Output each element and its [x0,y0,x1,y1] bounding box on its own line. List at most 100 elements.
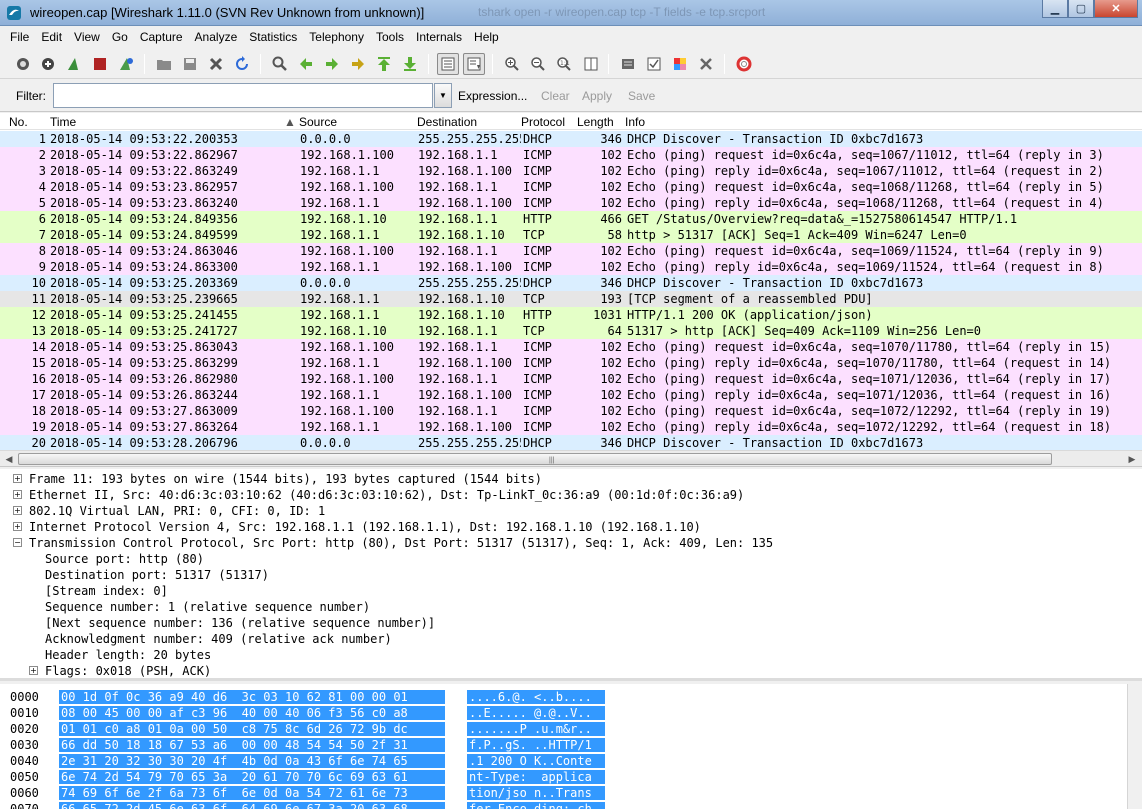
column-header-length[interactable]: Length [577,115,614,129]
packet-row[interactable]: 9 2018-05-14 09:53:24.863300 192.168.1.1 19… [0,259,1142,275]
hex-dump-row[interactable]: 0000 00 1d 0f 0c 36 a9 40 d6 3c 03 10 62 … [0,689,1142,705]
packet-row[interactable]: 8 2018-05-14 09:53:24.863046 192.168.1.100… [0,243,1142,259]
packet-row[interactable]: 1 2018-05-14 09:53:22.200353 0.0.0.0 255.25… [0,131,1142,147]
filter-history-dropdown[interactable]: ▼ [434,83,452,108]
start-capture-button[interactable] [63,53,85,75]
hex-dump-row[interactable]: 0020 01 01 c0 a8 01 0a 00 50 c8 75 8c 6d … [0,721,1142,737]
column-header-source[interactable]: Source [299,115,337,129]
minimize-button[interactable]: ▁ [1042,0,1068,18]
packet-row[interactable]: 20 2018-05-14 09:53:28.206796 0.0.0.0 255.2… [0,435,1142,450]
restart-capture-button[interactable] [115,53,137,75]
menu-capture[interactable]: Capture [140,30,183,44]
packet-row[interactable]: 12 2018-05-14 09:53:25.241455 192.168.1.1 1… [0,307,1142,323]
maximize-button[interactable]: ▢ [1068,0,1094,18]
colorize-list-button[interactable] [437,53,459,75]
interfaces-button[interactable] [12,53,34,75]
hex-dump-row[interactable]: 0010 08 00 45 00 00 af c3 96 40 00 40 06 … [0,705,1142,721]
expand-icon[interactable]: + [13,506,22,515]
column-header-protocol[interactable]: Protocol [521,115,565,129]
menu-internals[interactable]: Internals [416,30,462,44]
expression-button[interactable]: Expression... [458,89,527,103]
detail-tree-item[interactable]: Acknowledgment number: 409 (relative ack… [0,631,1142,647]
bytes-vscrollbar[interactable] [1127,684,1142,809]
packet-details-pane[interactable]: + Frame 11: 193 bytes on wire (1544 bits)… [0,469,1142,681]
packet-row[interactable]: 5 2018-05-14 09:53:23.863240 192.168.1.1 19… [0,195,1142,211]
packet-row[interactable]: 14 2018-05-14 09:53:25.863043 192.168.1.10… [0,339,1142,355]
hex-dump-row[interactable]: 0060 74 69 6f 6e 2f 6a 73 6f 6e 0d 0a 54 … [0,785,1142,801]
menu-help[interactable]: Help [474,30,499,44]
column-header-time[interactable]: Time [50,115,76,129]
detail-tree-item[interactable]: + Frame 11: 193 bytes on wire (1544 bits)… [0,471,1142,487]
hex-dump-row[interactable]: 0030 66 dd 50 18 18 67 53 a6 00 00 48 54 … [0,737,1142,753]
packet-row[interactable]: 6 2018-05-14 09:53:24.849356 192.168.1.10 1… [0,211,1142,227]
menu-analyze[interactable]: Analyze [195,30,238,44]
zoom-out-button[interactable] [527,53,549,75]
save-filter-button[interactable]: Save [628,89,655,103]
packet-row[interactable]: 3 2018-05-14 09:53:22.863249 192.168.1.1 19… [0,163,1142,179]
packet-row[interactable]: 4 2018-05-14 09:53:23.862957 192.168.1.100… [0,179,1142,195]
scroll-thumb[interactable]: ||| [18,453,1052,465]
close-file-button[interactable] [205,53,227,75]
help-button[interactable] [733,53,755,75]
display-filters-button[interactable] [643,53,665,75]
packet-row[interactable]: 2 2018-05-14 09:53:22.862967 192.168.1.100… [0,147,1142,163]
find-packet-button[interactable] [269,53,291,75]
hex-dump-row[interactable]: 0070 66 65 72 2d 45 6e 63 6f 64 69 6e 67 … [0,801,1142,809]
packet-row[interactable]: 18 2018-05-14 09:53:27.863009 192.168.1.10… [0,403,1142,419]
detail-tree-item[interactable]: Source port: http (80) [0,551,1142,567]
packet-list-hscrollbar[interactable]: ◀ ||| ▶ [0,450,1142,467]
go-back-button[interactable] [295,53,317,75]
packet-row[interactable]: 11 2018-05-14 09:53:25.239665 192.168.1.1 1… [0,291,1142,307]
menu-file[interactable]: File [10,30,29,44]
column-header-no[interactable]: No. [9,115,28,129]
detail-tree-item[interactable]: + Flags: 0x018 (PSH, ACK) [0,663,1142,678]
packet-row[interactable]: 17 2018-05-14 09:53:26.863244 192.168.1.1 1… [0,387,1142,403]
packet-row[interactable]: 15 2018-05-14 09:53:25.863299 192.168.1.1 1… [0,355,1142,371]
normal-size-button[interactable]: 1:1 [553,53,575,75]
coloring-rules-button[interactable] [669,53,691,75]
detail-tree-item[interactable]: Header length: 20 bytes [0,647,1142,663]
menu-view[interactable]: View [74,30,100,44]
go-to-packet-button[interactable] [347,53,369,75]
packet-row[interactable]: 16 2018-05-14 09:53:26.862980 192.168.1.10… [0,371,1142,387]
column-header-destination[interactable]: Destination [417,115,477,129]
column-header-info[interactable]: Info [625,115,645,129]
expand-icon[interactable]: + [13,490,22,499]
first-packet-button[interactable] [373,53,395,75]
go-forward-button[interactable] [321,53,343,75]
packet-list-pane[interactable]: No. Time ▲ Source Destination Protocol L… [0,113,1142,450]
last-packet-button[interactable] [399,53,421,75]
detail-tree-item[interactable]: Sequence number: 1 (relative sequence nu… [0,599,1142,615]
menu-edit[interactable]: Edit [41,30,62,44]
scroll-right-arrow[interactable]: ▶ [1124,452,1140,466]
detail-tree-item[interactable]: Destination port: 51317 (51317) [0,567,1142,583]
save-file-button[interactable] [179,53,201,75]
detail-tree-item[interactable]: [Next sequence number: 136 (relative seq… [0,615,1142,631]
auto-scroll-button[interactable] [463,53,485,75]
apply-filter-button[interactable]: Apply [582,89,612,103]
menu-tools[interactable]: Tools [376,30,404,44]
resize-columns-button[interactable] [580,53,602,75]
stop-capture-button[interactable] [89,53,111,75]
expand-icon[interactable]: + [13,474,22,483]
packet-row[interactable]: 10 2018-05-14 09:53:25.203369 0.0.0.0 255.2… [0,275,1142,291]
preferences-button[interactable] [695,53,717,75]
reload-button[interactable] [231,53,253,75]
scroll-left-arrow[interactable]: ◀ [1,452,17,466]
menu-statistics[interactable]: Statistics [249,30,297,44]
collapse-icon[interactable]: − [13,538,22,547]
menu-go[interactable]: Go [112,30,128,44]
packet-row[interactable]: 13 2018-05-14 09:53:25.241727 192.168.1.10… [0,323,1142,339]
expand-icon[interactable]: + [13,522,22,531]
detail-tree-item[interactable]: − Transmission Control Protocol, Src Port… [0,535,1142,551]
menu-telephony[interactable]: Telephony [309,30,364,44]
detail-tree-item[interactable]: +802.1Q Virtual LAN, PRI: 0, CFI: 0, ID:… [0,503,1142,519]
capture-options-button[interactable] [37,53,59,75]
zoom-in-button[interactable] [501,53,523,75]
detail-tree-item[interactable]: + Ethernet II, Src: 40:d6:3c:03:10:62 (40… [0,487,1142,503]
packet-row[interactable]: 7 2018-05-14 09:53:24.849599 192.168.1.1 19… [0,227,1142,243]
detail-tree-item[interactable]: Window size value: 6247 [0,679,1142,681]
open-file-button[interactable] [153,53,175,75]
capture-filters-button[interactable] [617,53,639,75]
close-button[interactable]: ✕ [1094,0,1138,18]
